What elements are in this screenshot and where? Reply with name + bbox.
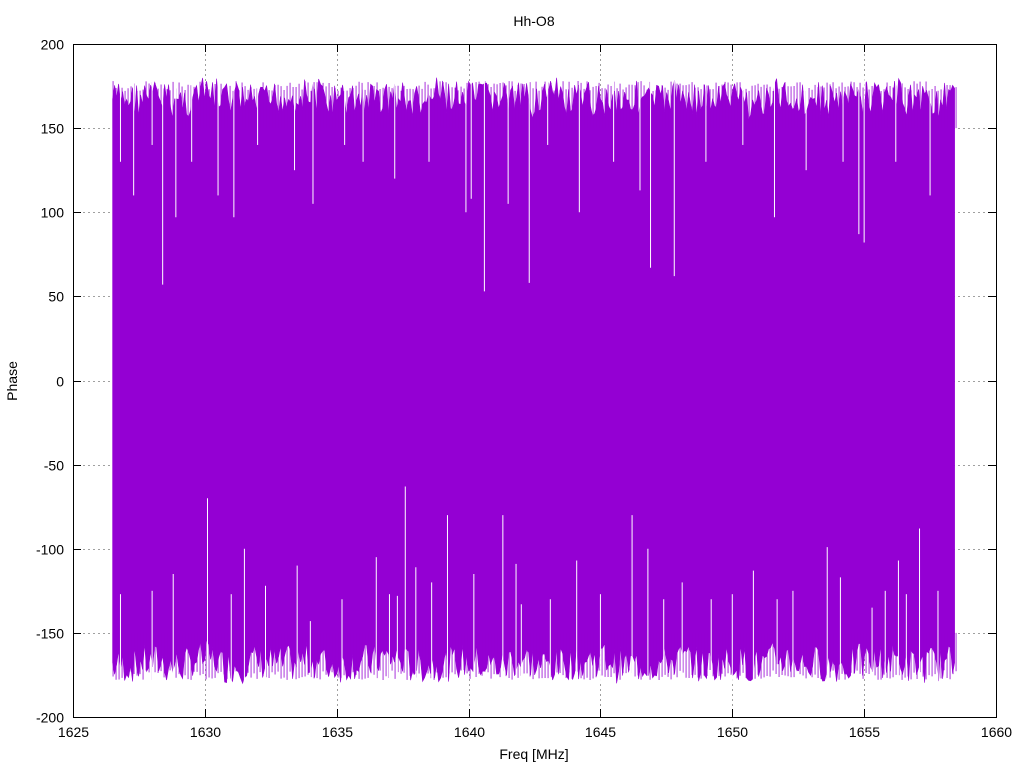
y-tick-label: 0 xyxy=(56,374,64,390)
x-tick-label: 1645 xyxy=(585,724,616,740)
y-tick-label: 100 xyxy=(41,205,65,221)
phase-band xyxy=(112,77,955,685)
y-tick-label: 150 xyxy=(41,121,65,137)
y-tick-label: -150 xyxy=(36,626,64,642)
x-tick-label: 1625 xyxy=(58,724,89,740)
x-tick-label: 1655 xyxy=(849,724,880,740)
y-tick-label: -200 xyxy=(36,710,64,726)
x-axis-label: Freq [MHz] xyxy=(499,746,568,762)
x-tick-label: 1660 xyxy=(981,724,1012,740)
x-tick-labels: 1625 1630 1635 1640 1645 1650 1655 1660 xyxy=(58,724,1012,740)
y-tick-label: 50 xyxy=(48,289,64,305)
y-tick-labels: -200 -150 -100 -50 0 50 100 150 200 xyxy=(36,37,64,726)
phase-chart: Hh-O8 1625 1630 1635 1640 1645 1650 1655 1660 -… xyxy=(4,13,1012,762)
chart-title: Hh-O8 xyxy=(513,13,554,29)
x-tick-label: 1630 xyxy=(190,724,221,740)
x-tick-label: 1650 xyxy=(717,724,748,740)
y-axis-label: Phase xyxy=(4,361,20,401)
y-tick-label: 200 xyxy=(41,37,65,53)
y-tick-label: -50 xyxy=(44,458,64,474)
x-tick-label: 1640 xyxy=(454,724,485,740)
data-series xyxy=(112,77,957,685)
y-tick-label: -100 xyxy=(36,542,64,558)
x-tick-label: 1635 xyxy=(322,724,353,740)
